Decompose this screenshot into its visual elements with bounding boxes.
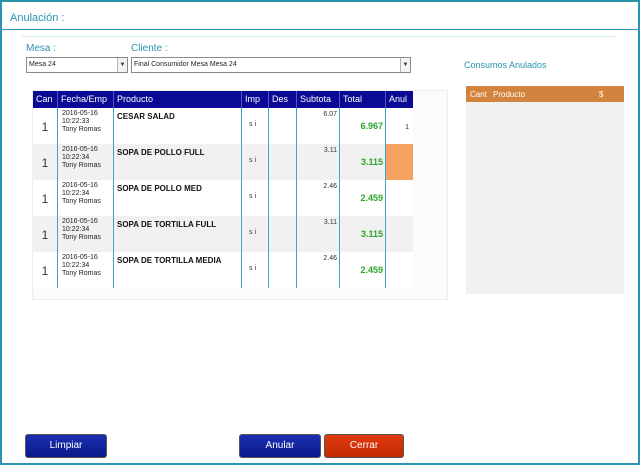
- cell-anul[interactable]: [386, 216, 413, 252]
- cell-producto: SOPA DE POLLO FULL: [114, 144, 242, 180]
- limpiar-button[interactable]: Limpiar: [25, 434, 107, 458]
- anul-value: [386, 216, 413, 232]
- anul-value: [386, 144, 413, 160]
- cell-can: 1: [33, 216, 58, 252]
- cell-subtotal: 6.07: [297, 108, 340, 144]
- table-row[interactable]: 1 2016-05-16 10:22:33 Tony Romas CESAR S…: [33, 108, 413, 144]
- grid-header: Can Fecha/Emp Producto Imp Des Subtota T…: [33, 91, 413, 108]
- fecha-date: 2016-05-16: [62, 254, 98, 261]
- cell-total: 2.459: [340, 180, 386, 216]
- cell-des: [269, 252, 297, 288]
- cell-fecha: 2016-05-16 10:22:34 Tony Romas: [58, 144, 114, 180]
- cell-can: 1: [33, 252, 58, 288]
- mesa-label: Mesa :: [26, 43, 57, 54]
- col-subtotal: Subtota: [297, 91, 340, 108]
- col-producto: Producto: [114, 91, 242, 108]
- cell-imp: s i: [242, 252, 269, 288]
- fecha-time: 10:22:34: [62, 226, 90, 233]
- table-row[interactable]: 1 2016-05-16 10:22:34 Tony Romas SOPA DE…: [33, 252, 413, 288]
- fecha-date: 2016-05-16: [62, 182, 98, 189]
- consumos-anulados-header: Cant Producto $: [466, 86, 624, 102]
- cell-producto: SOPA DE TORTILLA FULL: [114, 216, 242, 252]
- table-row[interactable]: 1 2016-05-16 10:22:34 Tony Romas SOPA DE…: [33, 180, 413, 216]
- cell-des: [269, 108, 297, 144]
- fecha-emp: Tony Romas: [62, 270, 101, 277]
- cell-fecha: 2016-05-16 10:22:34 Tony Romas: [58, 252, 114, 288]
- cell-subtotal: 2.46: [297, 180, 340, 216]
- anul-value: [386, 180, 413, 196]
- fecha-date: 2016-05-16: [62, 110, 98, 117]
- col-cant: Cant: [470, 90, 487, 99]
- mesa-value: Mesa 24: [29, 61, 56, 68]
- cell-subtotal: 3.11: [297, 216, 340, 252]
- col-des: Des: [269, 91, 297, 108]
- cell-anul[interactable]: 1: [386, 108, 413, 144]
- fecha-time: 10:22:33: [62, 118, 90, 125]
- divider: [22, 36, 616, 37]
- anulacion-window: Anulación : Mesa : Mesa 24 ▼ Cliente : F…: [0, 0, 640, 465]
- col-total: Total: [340, 91, 386, 108]
- cliente-value: Final Consumidor Mesa Mesa 24: [134, 61, 237, 68]
- window-title: Anulación :: [10, 12, 65, 24]
- col-precio: $: [599, 90, 604, 99]
- cell-des: [269, 216, 297, 252]
- cell-fecha: 2016-05-16 10:22:34 Tony Romas: [58, 180, 114, 216]
- col-fecha: Fecha/Emp: [58, 91, 114, 108]
- cell-producto: SOPA DE POLLO MED: [114, 180, 242, 216]
- anul-value: [386, 252, 413, 268]
- chevron-down-icon[interactable]: ▼: [117, 58, 127, 72]
- cell-des: [269, 180, 297, 216]
- cell-producto: CESAR SALAD: [114, 108, 242, 144]
- anular-button[interactable]: Anular: [239, 434, 321, 458]
- cell-subtotal: 3.11: [297, 144, 340, 180]
- fecha-time: 10:22:34: [62, 190, 90, 197]
- cliente-label: Cliente :: [131, 43, 168, 54]
- cell-total: 6.967: [340, 108, 386, 144]
- consumos-grid: Can Fecha/Emp Producto Imp Des Subtota T…: [32, 90, 448, 300]
- col-can: Can: [33, 91, 58, 108]
- cell-can: 1: [33, 144, 58, 180]
- cerrar-button[interactable]: Cerrar: [324, 434, 404, 458]
- fecha-emp: Tony Romas: [62, 198, 101, 205]
- cell-total: 3.115: [340, 216, 386, 252]
- cliente-select[interactable]: Final Consumidor Mesa Mesa 24 ▼: [131, 57, 411, 73]
- cell-imp: s i: [242, 144, 269, 180]
- cell-fecha: 2016-05-16 10:22:34 Tony Romas: [58, 216, 114, 252]
- cell-imp: s i: [242, 216, 269, 252]
- cell-anul[interactable]: [386, 144, 413, 180]
- cell-imp: s i: [242, 108, 269, 144]
- table-row[interactable]: 1 2016-05-16 10:22:34 Tony Romas SOPA DE…: [33, 216, 413, 252]
- consumos-anulados-panel: Cant Producto $: [466, 86, 624, 294]
- cell-can: 1: [33, 108, 58, 144]
- col-producto: Producto: [493, 90, 526, 99]
- table-row[interactable]: 1 2016-05-16 10:22:34 Tony Romas SOPA DE…: [33, 144, 413, 180]
- col-anul: Anul: [389, 94, 408, 104]
- consumos-anulados-title: Consumos Anulados: [464, 60, 547, 70]
- fecha-emp: Tony Romas: [62, 234, 101, 241]
- mesa-select[interactable]: Mesa 24 ▼: [26, 57, 128, 73]
- fecha-time: 10:22:34: [62, 262, 90, 269]
- fecha-emp: Tony Romas: [62, 162, 101, 169]
- cell-total: 2.459: [340, 252, 386, 288]
- cell-fecha: 2016-05-16 10:22:33 Tony Romas: [58, 108, 114, 144]
- fecha-date: 2016-05-16: [62, 146, 98, 153]
- cell-anul[interactable]: [386, 252, 413, 288]
- cell-can: 1: [33, 180, 58, 216]
- cell-des: [269, 144, 297, 180]
- title-bar: Anulación :: [2, 2, 638, 30]
- cell-anul[interactable]: [386, 180, 413, 216]
- cell-total: 3.115: [340, 144, 386, 180]
- chevron-down-icon[interactable]: ▼: [400, 58, 410, 72]
- cell-subtotal: 2.46: [297, 252, 340, 288]
- cell-producto: SOPA DE TORTILLA MEDIA: [114, 252, 242, 288]
- fecha-emp: Tony Romas: [62, 126, 101, 133]
- cell-imp: s i: [242, 180, 269, 216]
- fecha-date: 2016-05-16: [62, 218, 98, 225]
- col-imp: Imp: [242, 91, 269, 108]
- fecha-time: 10:22:34: [62, 154, 90, 161]
- anul-value: 1: [405, 124, 409, 131]
